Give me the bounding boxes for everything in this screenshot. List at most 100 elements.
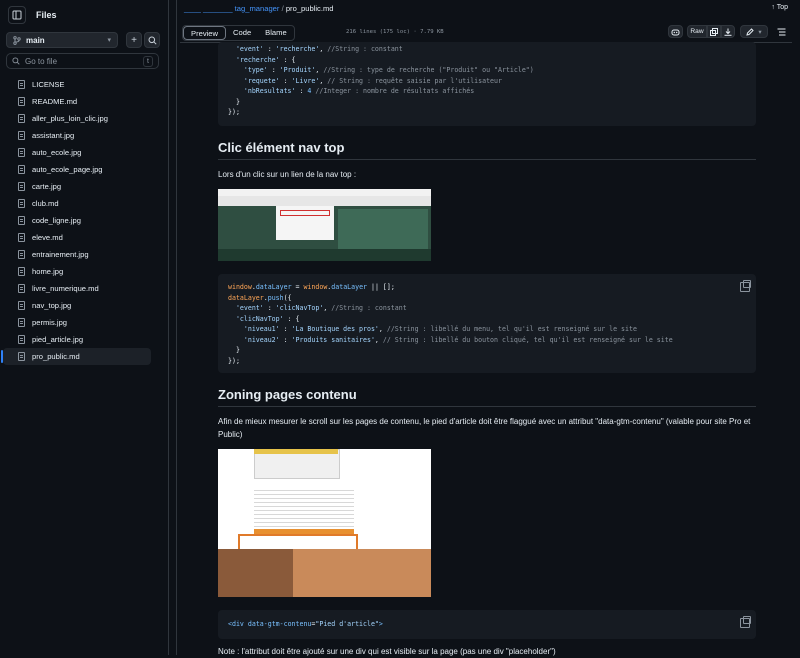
collapse-sidebar-button[interactable] — [8, 6, 26, 24]
code-line: }); — [228, 356, 240, 365]
file-icon — [18, 148, 25, 157]
screenshot-table-header — [254, 449, 338, 454]
sidebar-panel-icon — [12, 10, 22, 20]
file-tree-item[interactable]: auto_ecole.jpg — [0, 144, 152, 161]
file-tree-item[interactable]: LICENSE — [0, 76, 152, 93]
screenshot-article-text — [254, 487, 354, 527]
copy-code-button[interactable] — [740, 280, 751, 292]
file-list: LICENSE README.md aller_plus_loin_clic.jpg… — [0, 76, 168, 365]
file-tree-item[interactable]: code_ligne.jpg — [0, 212, 152, 229]
file-tree-item[interactable]: club.md — [0, 195, 152, 212]
file-tree-item[interactable]: pied_article.jpg — [0, 331, 152, 348]
code-line: 'niveau1' : 'La Boutique des pros', //St… — [243, 325, 637, 333]
paragraph-zoning: Afin de mieux mesurer le scroll sur les … — [218, 417, 751, 439]
chevron-down-icon: ▾ — [758, 28, 762, 36]
add-file-button[interactable]: + — [126, 32, 142, 48]
file-name: permis.jpg — [32, 318, 68, 327]
tab-preview[interactable]: Preview — [183, 26, 227, 40]
heading-zoning: Zoning pages contenu — [218, 387, 756, 407]
file-tree-item[interactable]: pro_public.md — [1, 348, 151, 365]
list-icon — [777, 28, 785, 35]
file-icon — [18, 250, 25, 259]
breadcrumb: ____ _______ tag_manager / pro_public.md — [184, 4, 334, 13]
file-name: entrainement.jpg — [32, 250, 89, 259]
keyboard-shortcut-hint: t — [143, 55, 153, 67]
code-line: 'event' : 'recherche', //String : consta… — [235, 45, 403, 53]
raw-button[interactable]: Raw — [687, 25, 707, 38]
download-button[interactable] — [721, 25, 735, 38]
code-attr: data-gtm-contenu — [247, 620, 312, 628]
file-tree-item[interactable]: assistant.jpg — [0, 127, 152, 144]
file-tree-item[interactable]: nav_top.jpg — [0, 297, 152, 314]
file-tree-item[interactable]: permis.jpg — [0, 314, 152, 331]
breadcrumb-separator: / — [281, 4, 284, 13]
heading-clic-nav-top: Clic élément nav top — [218, 140, 756, 160]
file-tree-item[interactable]: home.jpg — [0, 263, 152, 280]
raw-label: Raw — [690, 28, 704, 35]
tab-code[interactable]: Code — [226, 26, 258, 40]
copilot-icon — [671, 29, 680, 35]
file-icon — [18, 199, 25, 208]
file-tree-sidebar: Files main ▾ + t LICENSE README.md aller_p… — [0, 0, 169, 655]
file-name: carte.jpg — [32, 182, 62, 191]
edit-button[interactable]: ▾ — [740, 25, 768, 38]
file-icon — [18, 80, 25, 89]
file-tree-item[interactable]: livre_numerique.md — [0, 280, 152, 297]
git-branch-icon — [13, 35, 21, 45]
file-icon — [18, 182, 25, 191]
go-to-file-input[interactable] — [25, 56, 135, 66]
file-icon — [18, 233, 25, 242]
screenshot-footer — [218, 249, 431, 261]
copy-raw-button[interactable] — [707, 25, 721, 38]
file-tree-item[interactable]: eleve.md — [0, 229, 152, 246]
copy-icon — [710, 27, 718, 36]
code-line: 'type' : 'Produit', //String : type de r… — [243, 66, 534, 74]
sidebar-divider[interactable] — [176, 0, 177, 655]
file-name: home.jpg — [32, 267, 64, 276]
file-tree-item[interactable]: carte.jpg — [0, 178, 152, 195]
file-name: code_ligne.jpg — [32, 216, 81, 225]
file-icon — [18, 114, 25, 123]
file-tree-item[interactable]: aller_plus_loin_clic.jpg — [0, 110, 152, 127]
file-name: pro_public.md — [32, 352, 80, 361]
screenshot-photo — [338, 209, 428, 254]
search-icon — [148, 36, 157, 45]
copy-code-button[interactable] — [740, 616, 751, 628]
top-link-label: Top — [776, 4, 788, 11]
code-tag-open: <div — [228, 620, 244, 628]
pencil-icon — [746, 27, 755, 36]
code-line: dataLayer.push({ — [228, 293, 292, 302]
outline-button[interactable] — [774, 25, 788, 38]
file-icon — [18, 318, 25, 327]
file-name: club.md — [32, 199, 59, 208]
back-to-top-link[interactable]: ↑ Top — [771, 4, 788, 11]
file-tree-item[interactable]: README.md — [0, 93, 152, 110]
branch-selector[interactable]: main ▾ — [6, 32, 118, 48]
code-line: 'nbResultats' : 4 //Integer : nombre de … — [243, 87, 475, 95]
code-line: <div data-gtm-contenu="Pied d'article"> — [228, 610, 746, 639]
file-name: aller_plus_loin_clic.jpg — [32, 114, 108, 123]
go-to-file-search[interactable]: t — [6, 53, 159, 69]
download-icon — [724, 28, 732, 36]
search-code-button[interactable] — [144, 32, 160, 48]
breadcrumb-repo-link[interactable]: ____ _______ tag_manager — [184, 4, 279, 13]
file-name: nav_top.jpg — [32, 301, 72, 310]
code-line: } — [228, 346, 240, 354]
breadcrumb-current-file: pro_public.md — [285, 4, 334, 13]
screenshot-topbar — [218, 189, 431, 196]
screenshot-footer-left — [218, 549, 293, 597]
file-name: eleve.md — [32, 233, 63, 242]
code-line: window.dataLayer = window.dataLayer || [… — [228, 283, 395, 291]
sidebar-title: Files — [36, 10, 57, 20]
code-block-recherche: 'event' : 'recherche', //String : consta… — [218, 42, 756, 126]
copilot-button[interactable] — [668, 25, 683, 38]
tab-blame[interactable]: Blame — [258, 26, 294, 40]
file-tree-item[interactable]: auto_ecole_page.jpg — [0, 161, 152, 178]
file-tree-item[interactable]: entrainement.jpg — [0, 246, 152, 263]
file-name: README.md — [32, 97, 78, 106]
file-icon — [18, 131, 25, 140]
code-line: 'niveau2' : 'Produits sanitaires', // St… — [243, 335, 673, 344]
file-toolbar: Preview Code Blame 216 lines (175 loc) ·… — [180, 22, 792, 43]
file-name: pied_article.jpg — [32, 335, 84, 344]
paragraph-note: Note : l'attribut doit être ajouté sur u… — [218, 647, 556, 656]
